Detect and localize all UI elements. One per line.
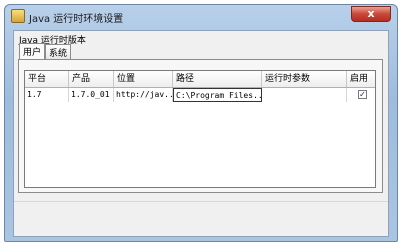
column-header-runtime-params[interactable]: 运行时参数 <box>262 71 347 87</box>
cell-enabled[interactable]: ✓ <box>347 88 377 102</box>
column-header-location[interactable]: 位置 <box>114 71 173 87</box>
table-header: 平台 产品 位置 路径 运行时参数 启用 <box>25 71 375 88</box>
cell-product[interactable]: 1.7.0_01 <box>69 88 114 102</box>
enabled-checkbox[interactable]: ✓ <box>358 90 367 99</box>
java-app-icon <box>11 9 25 23</box>
cell-path[interactable]: C:\Program Files... <box>173 88 262 102</box>
close-button[interactable]: x <box>351 6 391 22</box>
title-bar[interactable]: Java 运行时环境设置 x <box>5 5 397 29</box>
column-header-product[interactable]: 产品 <box>69 71 114 87</box>
cell-location[interactable]: http://jav... <box>114 88 173 102</box>
column-header-enabled[interactable]: 启用 <box>347 71 377 87</box>
tab-panel: 平台 产品 位置 路径 运行时参数 启用 1.7 1.7.0_01 http:/… <box>18 59 383 193</box>
dialog-client-area: Java 运行时版本 用户 系统 平台 产品 位置 路径 运行时参数 启用 1.… <box>13 30 389 237</box>
runtime-table: 平台 产品 位置 路径 运行时参数 启用 1.7 1.7.0_01 http:/… <box>24 70 376 188</box>
tab-system[interactable]: 系统 <box>45 44 72 59</box>
cell-runtime-params-input[interactable] <box>262 88 347 102</box>
tab-user[interactable]: 用户 <box>19 43 46 59</box>
cell-platform[interactable]: 1.7 <box>25 88 69 102</box>
java-runtime-settings-window: Java 运行时环境设置 x Java 运行时版本 用户 系统 平台 产品 位置… <box>4 4 398 242</box>
table-row[interactable]: 1.7 1.7.0_01 http://jav... C:\Program Fi… <box>25 88 375 102</box>
column-header-platform[interactable]: 平台 <box>25 71 69 87</box>
footer-divider <box>14 201 388 202</box>
window-title: Java 运行时环境设置 <box>29 14 124 25</box>
column-header-path[interactable]: 路径 <box>173 71 262 87</box>
